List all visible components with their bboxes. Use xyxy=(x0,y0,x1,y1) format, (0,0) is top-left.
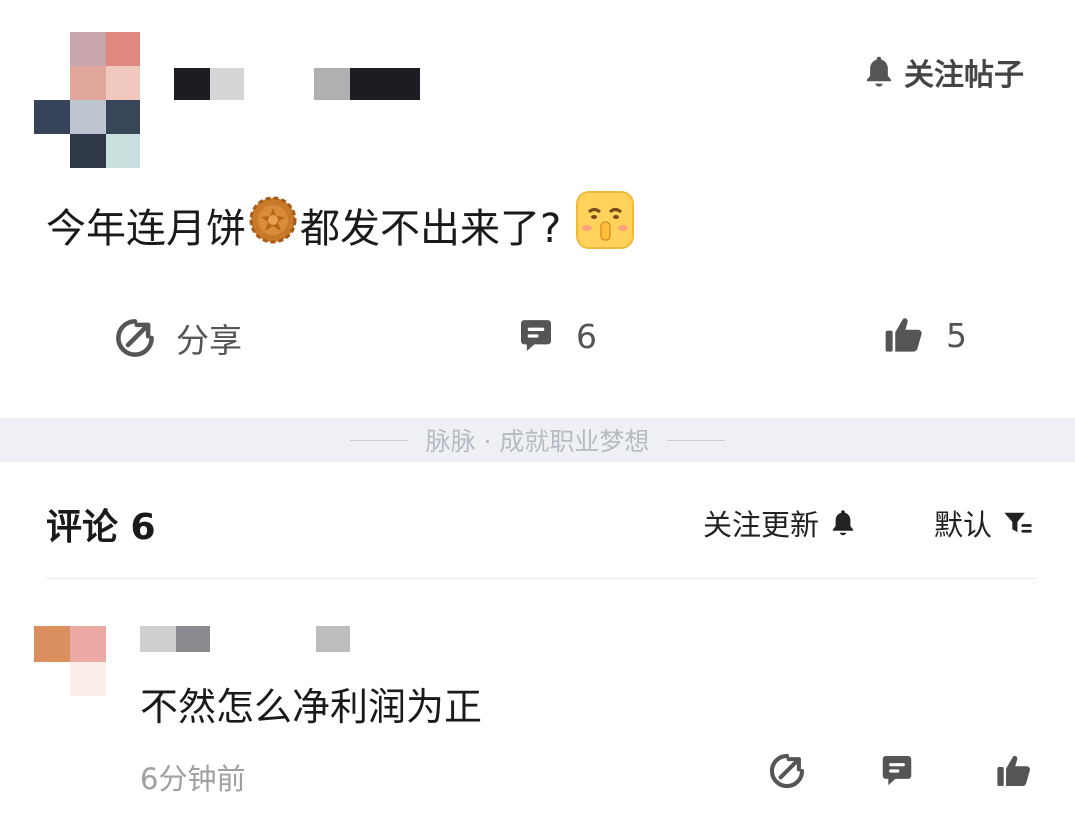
mooncake-emoji-icon xyxy=(248,195,298,255)
comment-share-button[interactable] xyxy=(768,752,806,794)
post-text-part-2: 都发不出来了? xyxy=(300,206,562,252)
bell-icon xyxy=(866,56,892,87)
redaction-block xyxy=(210,68,244,100)
redaction-block xyxy=(314,68,350,100)
comment-count: 6 xyxy=(576,316,597,356)
share-icon xyxy=(116,319,154,357)
avatar-pixel xyxy=(70,100,106,134)
comment-timestamp: 6分钟前 xyxy=(140,762,246,796)
follow-updates-label: 关注更新 xyxy=(703,508,820,542)
avatar-pixel xyxy=(106,134,140,168)
avatar-pixel xyxy=(70,32,106,66)
redaction-block xyxy=(350,68,420,100)
follow-updates-button[interactable]: 关注更新 xyxy=(703,502,857,544)
slogan-text: 脉脉 · 成就职业梦想 xyxy=(425,427,650,456)
comments-divider xyxy=(46,578,1036,579)
filter-icon xyxy=(1004,512,1032,533)
comment-reply-button[interactable] xyxy=(878,752,916,794)
comment-icon xyxy=(882,755,912,786)
redaction-block xyxy=(316,626,350,652)
comment-like-button[interactable] xyxy=(994,752,1034,794)
post-text-part-1: 今年连月饼 xyxy=(46,206,246,252)
avatar-pixel xyxy=(106,100,140,134)
thumbs-up-icon xyxy=(885,318,922,352)
divider-line-right xyxy=(667,439,726,441)
comment-author-name-redacted[interactable] xyxy=(140,626,420,656)
redaction-block xyxy=(174,68,210,100)
post-author-avatar[interactable] xyxy=(34,32,140,168)
share-button[interactable]: 分享 xyxy=(114,314,242,362)
like-button[interactable]: 5 xyxy=(882,314,967,356)
divider-line-left xyxy=(349,439,408,441)
share-icon xyxy=(769,753,805,789)
avatar-pixel xyxy=(70,66,106,100)
shush-face-emoji-icon xyxy=(575,190,635,260)
avatar-pixel xyxy=(70,626,106,662)
follow-post-button[interactable]: 关注帖子 xyxy=(862,52,1024,93)
sort-dropdown[interactable]: 默认 xyxy=(934,502,1034,544)
post-author-name-redacted[interactable] xyxy=(174,66,420,102)
post-body: 今年连月饼 都发不出来了? xyxy=(46,190,635,260)
avatar-pixel xyxy=(106,32,140,66)
avatar-pixel xyxy=(106,66,140,100)
slogan-divider: 脉脉 · 成就职业梦想 xyxy=(0,418,1075,462)
like-count: 5 xyxy=(946,315,967,355)
comment-button[interactable]: 6 xyxy=(516,316,597,356)
comment-author-avatar[interactable] xyxy=(34,626,106,696)
avatar-pixel xyxy=(34,100,70,134)
comment-text: 不然怎么净利润为正 xyxy=(140,685,483,729)
comments-title: 评论 6 xyxy=(46,507,156,548)
sort-label: 默认 xyxy=(934,508,993,542)
bell-icon xyxy=(832,510,854,536)
comment-icon xyxy=(521,320,551,351)
redaction-block xyxy=(176,626,210,652)
share-label: 分享 xyxy=(176,321,242,360)
avatar-pixel xyxy=(70,662,106,696)
follow-post-label: 关注帖子 xyxy=(904,58,1024,93)
redaction-block xyxy=(140,626,176,652)
thumbs-up-icon xyxy=(997,755,1030,787)
avatar-pixel xyxy=(34,626,70,662)
avatar-pixel xyxy=(70,134,106,168)
